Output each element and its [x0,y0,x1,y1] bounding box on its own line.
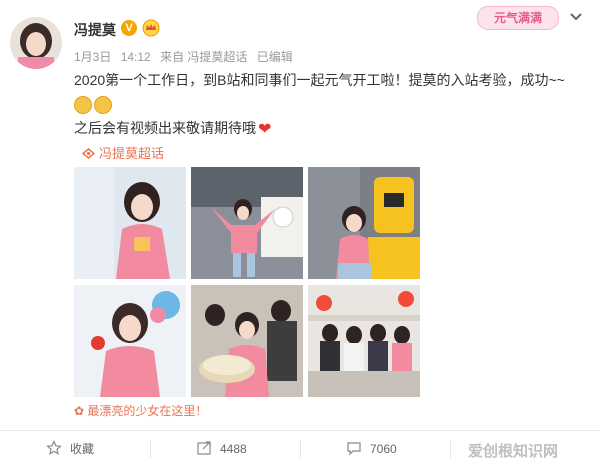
chevron-down-icon[interactable] [569,12,583,22]
post-photo-5[interactable] [191,285,303,397]
post-date[interactable]: 1月3日 [74,50,111,64]
flower-icon: ✿ [74,404,85,418]
repost-count: 4488 [220,442,247,456]
post-photo-4[interactable] [74,285,186,397]
post-time[interactable]: 14:12 [121,50,151,64]
avatar[interactable] [10,17,62,69]
post-text-line1: 2020第一个工作日，到B站和同事们一起元气开工啦！提莫的入站考验，成功~~ [74,72,565,88]
action-separator [300,440,301,458]
footer-divider [0,430,600,431]
favorite-label: 收藏 [70,442,95,456]
action-separator [150,440,151,458]
topic-label[interactable]: 冯提莫超话 [99,146,164,161]
star-icon [46,440,62,456]
comment-icon [347,442,361,456]
post-photo-1[interactable] [74,167,186,279]
post-photo-6[interactable] [308,285,420,397]
chaohua-icon [82,148,95,159]
action-separator [450,440,451,458]
repost-icon [197,441,211,455]
post-photo-2[interactable] [191,167,303,279]
heart-icon: ❤ [258,121,272,138]
comment-button[interactable]: 7060 [346,438,397,460]
emoji-row [74,96,114,114]
topic-link[interactable]: 冯提莫超话 [82,143,164,162]
post-text-line2: 之后会有视频出来敬请期待哦 [74,120,256,136]
comment-count: 7060 [370,442,397,456]
grin-emoji [74,96,92,114]
favorite-button[interactable]: 收藏 [46,438,94,460]
repost-button[interactable]: 4488 [196,438,247,460]
vip-icon: V [121,20,137,36]
edited-label[interactable]: 已编辑 [257,50,293,64]
post-photo-3[interactable] [308,167,420,279]
watermark: 爱创根知识网 [468,443,559,460]
grin-emoji [94,96,112,114]
location-tag[interactable]: ✿ 最漂亮的少女在这里！ [74,402,207,419]
post-source[interactable]: 来自 冯提莫超话 [160,50,247,64]
crown-icon[interactable] [142,19,160,37]
card-badge[interactable]: 元气满满 [477,6,559,30]
post-meta: 1月3日 14:12 来自 冯提莫超话 已编辑 [74,48,299,65]
username[interactable]: 冯提莫 [74,20,116,40]
post-text-line2-wrap: 之后会有视频出来敬请期待哦 ❤ [74,118,271,139]
location-tag-label[interactable]: 最漂亮的少女在这里！ [87,404,207,418]
